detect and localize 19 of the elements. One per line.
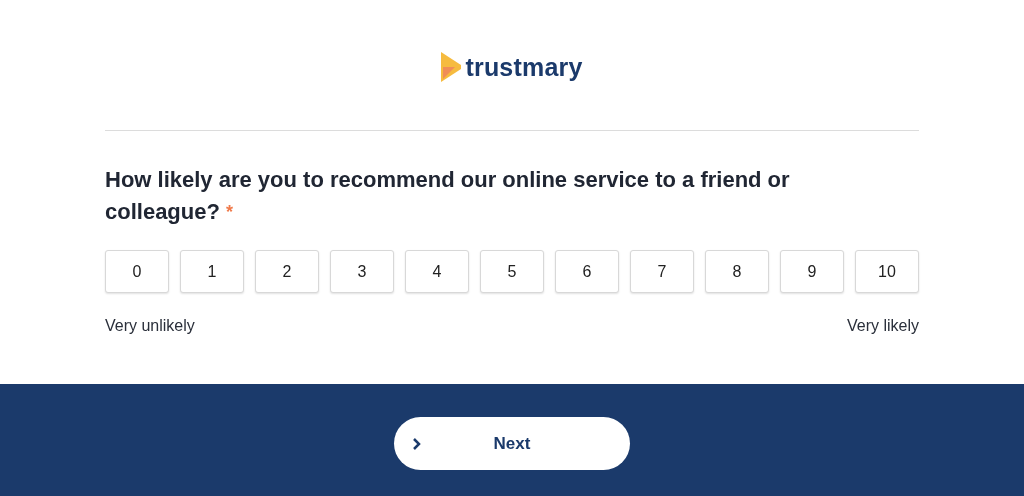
score-option[interactable]: 5 (480, 250, 544, 293)
chevron-right-icon (412, 437, 421, 451)
high-label: Very likely (846, 317, 919, 335)
score-option[interactable]: 6 (555, 250, 619, 293)
question-text: How likely are you to recommend our online service to a friend or colleague? * (105, 166, 791, 226)
score-option[interactable]: 9 (780, 250, 844, 293)
score-option[interactable]: 10 (855, 250, 919, 293)
logo-text: trustmary (465, 52, 583, 82)
score-option[interactable]: 4 (405, 250, 469, 293)
score-option[interactable]: 3 (330, 250, 394, 293)
low-label: Very unlikely (105, 317, 195, 335)
logo-icon (441, 52, 462, 82)
score-option[interactable]: 0 (105, 250, 169, 293)
score-option[interactable]: 7 (630, 250, 694, 293)
score-option[interactable]: 1 (180, 250, 244, 293)
next-button[interactable]: Next (394, 417, 630, 470)
score-option[interactable]: 8 (705, 250, 769, 293)
score-option[interactable]: 2 (255, 250, 319, 293)
required-mark: * (225, 202, 233, 222)
